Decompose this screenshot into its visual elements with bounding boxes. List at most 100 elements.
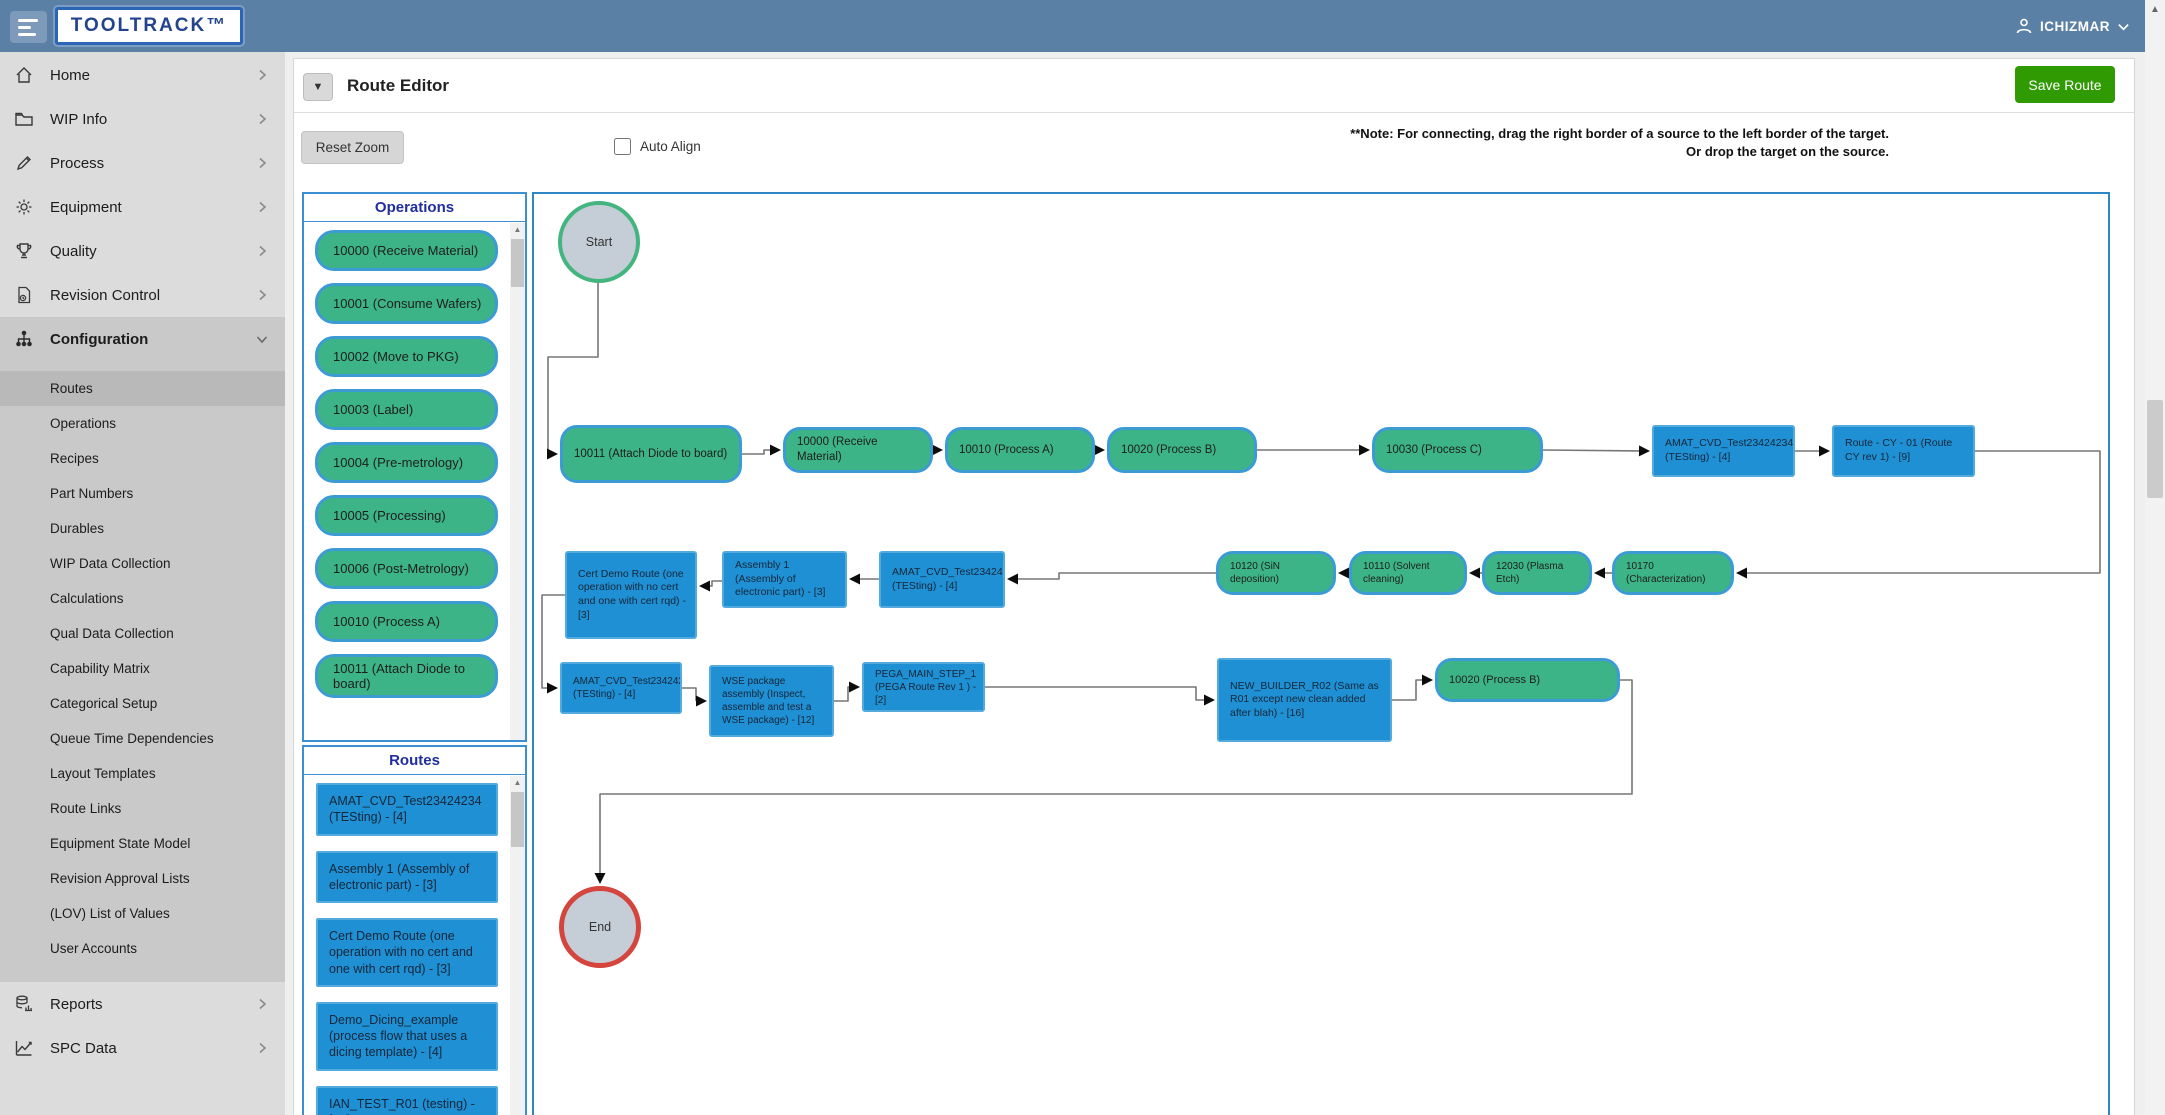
operation-pill-10000[interactable]: 10000 (Receive Material): [315, 230, 498, 271]
sidebar-item-route-links[interactable]: Route Links: [0, 791, 285, 826]
route-item-assembly[interactable]: Assembly 1 (Assembly of electronic part)…: [316, 851, 498, 904]
flow-node-op10020[interactable]: 10020 (Process B): [1107, 427, 1257, 473]
route-item-amat-cvd-test23424234[interactable]: AMAT_CVD_Test23424234 (TESting) - [4]: [316, 783, 498, 836]
page-scrollbar[interactable]: ▲: [2145, 0, 2165, 1115]
sidebar-item-process[interactable]: Process: [0, 141, 285, 185]
chevron-right-icon: [255, 288, 271, 302]
flow-edge-arrowhead: [932, 445, 943, 456]
flow-node-op10011[interactable]: 10011 (Attach Diode to board): [560, 425, 742, 483]
sidebar-item-label: Home: [50, 67, 255, 84]
flow-node-rtnewb[interactable]: NEW_BUILDER_R02 (Same as R01 except new …: [1217, 658, 1392, 742]
operation-pill-10003[interactable]: 10003 (Label): [315, 389, 498, 430]
operation-pill-10002[interactable]: 10002 (Move to PKG): [315, 336, 498, 377]
flow-node-rtcertdemo[interactable]: Cert Demo Route (one operation with no c…: [565, 551, 697, 639]
routes-scroll-thumb[interactable]: [511, 792, 524, 847]
flow-node-op10110[interactable]: 10110 (Solvent cleaning): [1349, 551, 1467, 595]
operations-scrollbar[interactable]: ▲: [510, 223, 525, 740]
sidebar-item-part-numbers[interactable]: Part Numbers: [0, 476, 285, 511]
sidebar-item-routes[interactable]: Routes: [0, 371, 285, 406]
sidebar-item-label: Configuration: [50, 331, 255, 348]
gear-icon: [14, 196, 36, 218]
sidebar-bottom-items: Reports SPC Data: [0, 982, 285, 1070]
scroll-up-icon[interactable]: ▲: [510, 225, 525, 234]
flow-node-op10010[interactable]: 10010 (Process A): [945, 427, 1095, 473]
scroll-up-icon[interactable]: ▲: [510, 778, 525, 787]
sidebar-item-home[interactable]: Home: [0, 53, 285, 97]
reset-zoom-button[interactable]: Reset Zoom: [301, 131, 404, 164]
sidebar-item-wip-data-collection[interactable]: WIP Data Collection: [0, 546, 285, 581]
sidebar-item-capability-matrix[interactable]: Capability Matrix: [0, 651, 285, 686]
sidebar-item-reports[interactable]: Reports: [0, 982, 285, 1026]
chevron-right-icon: [255, 200, 271, 214]
page-scroll-thumb[interactable]: [2147, 400, 2163, 498]
flow-node-rtamat2[interactable]: AMAT_CVD_Test23424234 (TESting) - [4]: [879, 551, 1005, 608]
sidebar-item-label: Quality: [50, 243, 255, 260]
flow-node-rtamat1[interactable]: AMAT_CVD_Test23424234 (TESting) - [4]: [1652, 425, 1795, 477]
save-route-button[interactable]: Save Route: [2015, 66, 2115, 103]
flow-node-rtpega[interactable]: PEGA_MAIN_STEP_1 (PEGA Route Rev 1 ) - […: [862, 662, 985, 712]
sidebar-item-lov-list-of-values[interactable]: (LOV) List of Values: [0, 896, 285, 931]
sidebar-item-qual-data-collection[interactable]: Qual Data Collection: [0, 616, 285, 651]
user-name: ICHIZMAR: [2040, 19, 2110, 34]
flow-node-rtroutecy[interactable]: Route - CY - 01 (Route CY rev 1) - [9]: [1832, 425, 1975, 477]
sidebar-item-quality[interactable]: Quality: [0, 229, 285, 273]
route-item-ian-test-r01[interactable]: IAN_TEST_R01 (testing) - [13]: [316, 1086, 498, 1115]
sidebar-item-layout-templates[interactable]: Layout Templates: [0, 756, 285, 791]
sidebar-item-recipes[interactable]: Recipes: [0, 441, 285, 476]
sidebar-item-operations[interactable]: Operations: [0, 406, 285, 441]
flow-node-op10000[interactable]: 10000 (Receive Material): [783, 427, 933, 473]
flow-edges: [534, 194, 2110, 1115]
route-item-cert[interactable]: Cert Demo Route (one operation with no c…: [316, 918, 498, 987]
operation-pill-10004[interactable]: 10004 (Pre-metrology): [315, 442, 498, 483]
connect-note-line1: **Note: For connecting, drag the right b…: [1189, 125, 1889, 143]
user-menu[interactable]: ICHIZMAR: [2015, 0, 2130, 52]
flow-node-op12030[interactable]: 12030 (Plasma Etch): [1482, 551, 1592, 595]
operation-pill-10001[interactable]: 10001 (Consume Wafers): [315, 283, 498, 324]
sidebar-item-categorical-setup[interactable]: Categorical Setup: [0, 686, 285, 721]
flow-node-op10170[interactable]: 10170 (Characterization): [1612, 551, 1734, 595]
end-node[interactable]: End: [559, 886, 641, 968]
sidebar-item-configuration[interactable]: Configuration: [0, 317, 285, 361]
sidebar-item-revision-approval-lists[interactable]: Revision Approval Lists: [0, 861, 285, 896]
operation-pill-10010[interactable]: 10010 (Process A): [315, 601, 498, 642]
hamburger-menu-icon[interactable]: [10, 11, 47, 43]
flow-node-rtassembly[interactable]: Assembly 1 (Assembly of electronic part)…: [722, 551, 847, 608]
sidebar-item-spc-data[interactable]: SPC Data: [0, 1026, 285, 1070]
sidebar-item-equipment-state-model[interactable]: Equipment State Model: [0, 826, 285, 861]
flow-edge-5: [1543, 450, 1639, 451]
start-node[interactable]: Start: [558, 201, 640, 283]
sidebar-item-user-accounts[interactable]: User Accounts: [0, 931, 285, 966]
collapse-panel-button[interactable]: ▼: [303, 73, 333, 101]
sidebar-item-revision-control[interactable]: Revision Control: [0, 273, 285, 317]
scroll-up-icon[interactable]: ▲: [2145, 4, 2165, 15]
flow-node-op10020b[interactable]: 10020 (Process B): [1435, 658, 1620, 702]
flow-node-rtamat3[interactable]: AMAT_CVD_Test23424234 (TESting) - [4]: [560, 662, 682, 714]
sidebar: Home WIP InfoProcess Equipment Quality Revis…: [0, 52, 285, 1115]
start-node-label: Start: [586, 235, 612, 249]
sidebar-item-label: Equipment: [50, 199, 255, 216]
route-item-demo-dicing-example[interactable]: Demo_Dicing_example (process flow that u…: [316, 1002, 498, 1071]
top-bar: TOOLTRACK™ ICHIZMAR: [0, 0, 2165, 52]
operation-pill-10005[interactable]: 10005 (Processing): [315, 495, 498, 536]
flow-edge-arrowhead: [1422, 675, 1433, 686]
chevron-right-icon: [255, 244, 271, 258]
operations-list: 10000 (Receive Material) 10001 (Consume W…: [304, 223, 525, 740]
sidebar-item-equipment[interactable]: Equipment: [0, 185, 285, 229]
operations-scroll-thumb[interactable]: [511, 239, 524, 287]
page-title: Route Editor: [347, 76, 449, 96]
flow-node-rtwse[interactable]: WSE package assembly (Inspect, assemble …: [709, 665, 834, 737]
flow-node-op10120[interactable]: 10120 (SiN deposition): [1216, 551, 1336, 595]
sidebar-item-queue-time-dependencies[interactable]: Queue Time Dependencies: [0, 721, 285, 756]
operation-pill-10006[interactable]: 10006 (Post-Metrology): [315, 548, 498, 589]
sidebar-item-label: Reports: [50, 996, 255, 1013]
sidebar-item-calculations[interactable]: Calculations: [0, 581, 285, 616]
flow-node-op10030[interactable]: 10030 (Process C): [1372, 427, 1543, 473]
sidebar-item-durables[interactable]: Durables: [0, 511, 285, 546]
auto-align-checkbox[interactable]: [614, 138, 631, 155]
operation-pill-10011[interactable]: 10011 (Attach Diode to board): [315, 654, 498, 698]
routes-scrollbar[interactable]: ▲: [510, 776, 525, 1115]
route-canvas[interactable]: Start 10011 (Attach Diode to board) 10000…: [532, 192, 2110, 1115]
sidebar-item-wip-info[interactable]: WIP Info: [0, 97, 285, 141]
flow-edge-arrowhead: [1639, 445, 1650, 456]
end-node-label: End: [589, 920, 611, 934]
